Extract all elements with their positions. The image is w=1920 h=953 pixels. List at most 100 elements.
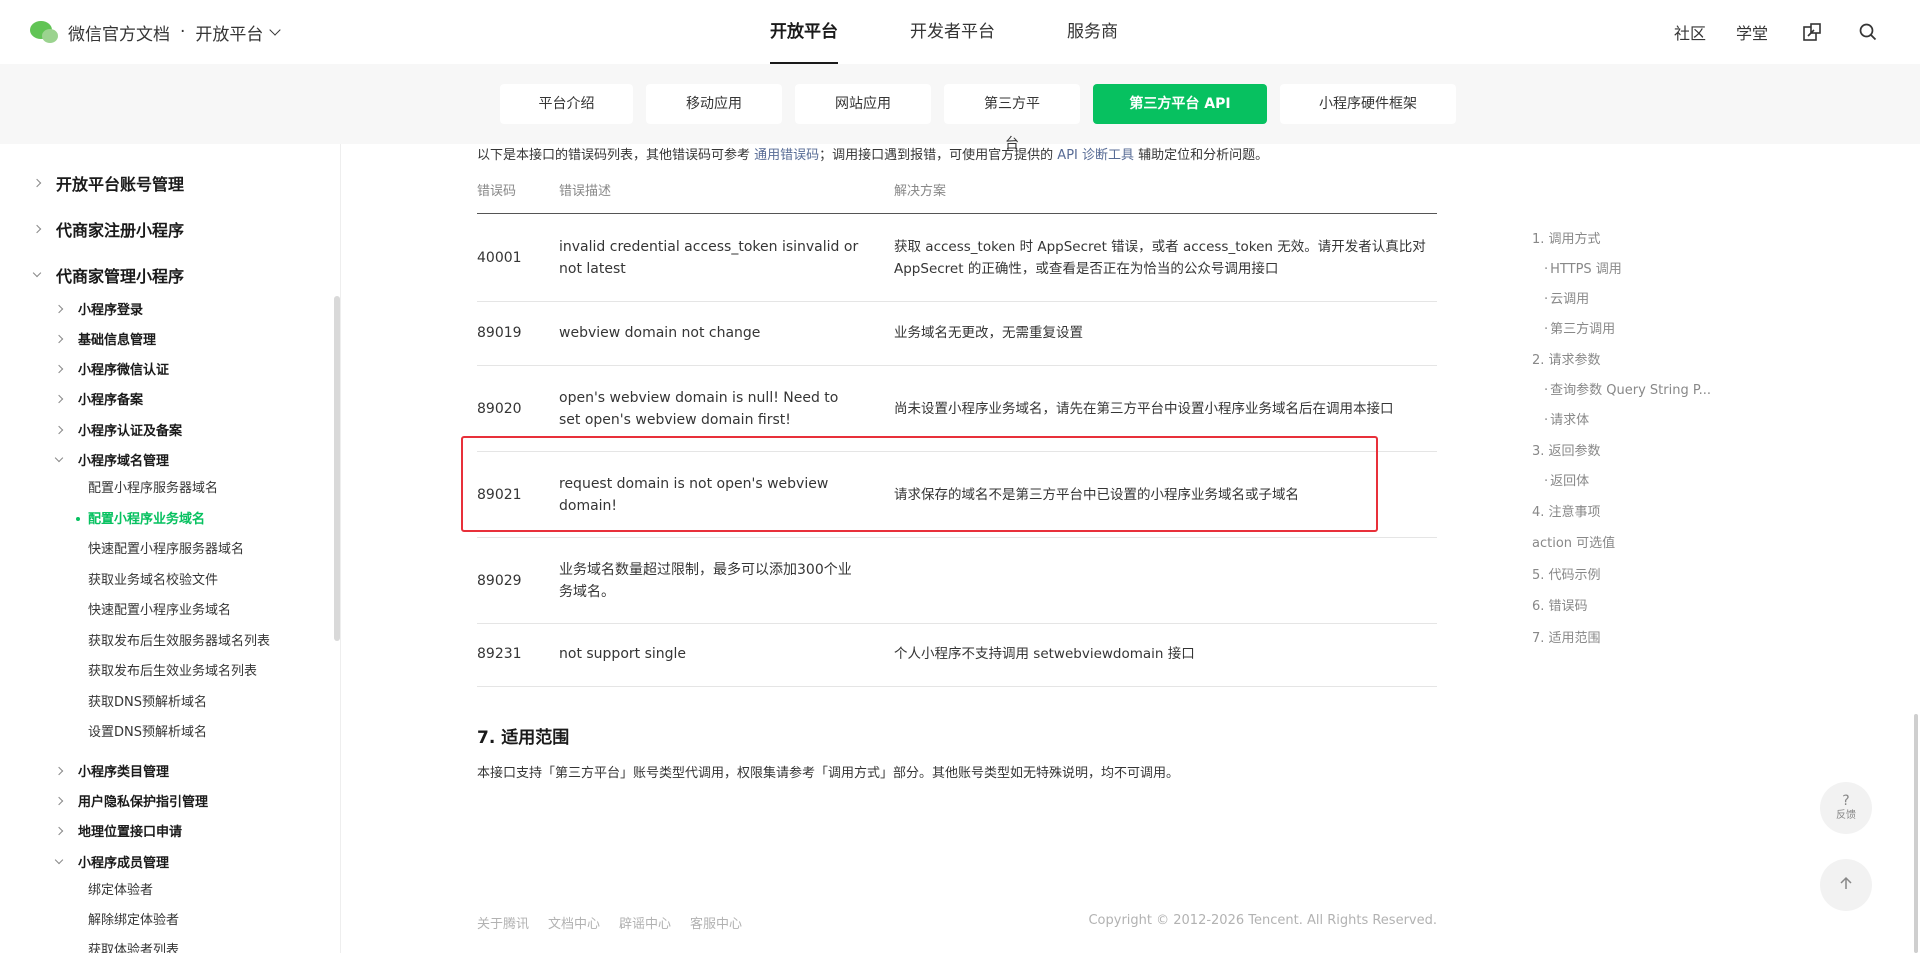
chevron-down-icon (54, 453, 64, 462)
chevron-right-icon (54, 334, 64, 343)
sidebar-item-label: 小程序成员管理 (78, 856, 170, 871)
sidebar-item-account-mgmt[interactable]: 开放平台账号管理 (32, 171, 185, 195)
toc-item[interactable]: 4. 注意事项 (1532, 501, 1601, 520)
api-diagnose-tool-link[interactable]: API 诊断工具 (1057, 148, 1134, 163)
general-error-code-link[interactable]: 通用错误码 (754, 148, 819, 163)
external-link-icon[interactable] (1800, 20, 1824, 44)
pill-platform-intro[interactable]: 平台介绍 (500, 84, 633, 124)
platform-selector[interactable]: 开放平台 (195, 20, 282, 45)
sidebar-item-server-domain[interactable]: 配置小程序服务器域名 (88, 477, 218, 496)
sidebar-item-login[interactable]: 小程序登录 (54, 299, 144, 318)
sidebar-item-unbind-tester[interactable]: 解除绑定体验者 (88, 909, 179, 928)
error-code-intro: 以下是本接口的错误码列表，其他错误码可参考 通用错误码；调用接口遇到报错，可使用… (477, 144, 1268, 163)
sidebar-item-quick-business-domain[interactable]: 快速配置小程序业务域名 (88, 599, 231, 618)
feedback-button[interactable]: ? 反馈 (1820, 782, 1872, 834)
sidebar-item-effective-business-domains[interactable]: 获取发布后生效业务域名列表 (88, 660, 257, 679)
sidebar-item-basic-info[interactable]: 基础信息管理 (54, 329, 157, 348)
toc-item[interactable]: 第三方调用 (1532, 318, 1615, 337)
sidebar-item-get-dns-prefetch[interactable]: 获取DNS预解析域名 (88, 691, 207, 710)
error-code: 89020 (477, 401, 522, 417)
community-link[interactable]: 社区 (1674, 20, 1706, 44)
pill-hardware-framework[interactable]: 小程序硬件框架 (1280, 84, 1456, 124)
table-header-desc: 错误描述 (559, 184, 612, 199)
sidebar-item-label: 基础信息管理 (78, 333, 157, 348)
sidebar-item-quick-server-domain[interactable]: 快速配置小程序服务器域名 (88, 538, 244, 557)
chevron-down-icon (32, 268, 42, 278)
intro-text: 以下是本接口的错误码列表，其他错误码可参考 (477, 148, 755, 163)
toc-item[interactable]: action 可选值 (1532, 532, 1615, 551)
sidebar-item-label: 小程序域名管理 (78, 454, 170, 469)
sidebar-item-location-api[interactable]: 地理位置接口申请 (54, 821, 182, 840)
sidebar-item-set-dns-prefetch[interactable]: 设置DNS预解析域名 (88, 721, 207, 740)
sidebar-item-register-miniprogram[interactable]: 代商家注册小程序 (32, 217, 184, 241)
footer-link-docs[interactable]: 文档中心 (548, 913, 600, 932)
toc-item[interactable]: 1. 调用方式 (1532, 228, 1601, 247)
pill-third-party-platform[interactable]: 第三方平台 (944, 84, 1080, 152)
sidebar-item-business-domain[interactable]: 配置小程序业务域名 (88, 508, 205, 527)
logo-area[interactable]: 微信官方文档 · 开放平台 (30, 18, 282, 46)
nav-service-provider[interactable]: 服务商 (1067, 0, 1118, 64)
footer-link-about[interactable]: 关于腾讯 (477, 913, 529, 932)
footer-link-rumor[interactable]: 辟谣中心 (619, 913, 671, 932)
brand-separator: · (180, 22, 186, 42)
table-row: 40001 invalid credential access_token is… (477, 214, 1437, 302)
toc-item[interactable]: 返回体 (1532, 470, 1589, 489)
top-navigation-bar: 微信官方文档 · 开放平台 开放平台 开发者平台 服务商 社区 学堂 (0, 0, 1920, 64)
sidebar-item-domain-verify-file[interactable]: 获取业务域名校验文件 (88, 569, 218, 588)
pill-website-app[interactable]: 网站应用 (795, 84, 931, 124)
wechat-logo-icon (30, 19, 60, 45)
sidebar-item-category-mgmt[interactable]: 小程序类目管理 (54, 761, 169, 780)
brand-name: 微信官方文档 (68, 24, 170, 45)
intro-text: 辅助定位和分析问题。 (1134, 148, 1269, 163)
error-solution: 业务域名无更改，无需重复设置 (894, 325, 1083, 341)
nav-open-platform[interactable]: 开放平台 (770, 0, 838, 64)
sidebar-item-effective-server-domains[interactable]: 获取发布后生效服务器域名列表 (88, 630, 270, 649)
sidebar-item-label: 小程序备案 (78, 393, 144, 408)
sidebar-item-tester-list[interactable]: 获取体验者列表 (88, 939, 179, 953)
toc-item[interactable]: 云调用 (1532, 288, 1589, 307)
section-text-scope: 本接口支持「第三方平台」账号类型代调用，权限集请参考「调用方式」部分。其他账号类… (477, 766, 1180, 781)
toc-item[interactable]: 5. 代码示例 (1532, 564, 1601, 583)
sidebar-item-manage-miniprogram[interactable]: 代商家管理小程序 (32, 263, 184, 287)
sidebar-item-wechat-cert[interactable]: 小程序微信认证 (54, 359, 170, 378)
header-right: 社区 学堂 (1644, 0, 1880, 64)
table-header-solution: 解决方案 (894, 184, 947, 199)
toc-item[interactable]: 请求体 (1532, 409, 1589, 428)
active-indicator (76, 517, 80, 521)
footer-link-support[interactable]: 客服中心 (690, 913, 742, 932)
search-icon[interactable] (1856, 20, 1880, 44)
pill-mobile-app[interactable]: 移动应用 (646, 84, 782, 124)
error-code: 89231 (477, 646, 522, 662)
sidebar: 开放平台账号管理 代商家注册小程序 代商家管理小程序 小程序登录 基础信息管理 … (0, 144, 340, 953)
page-scrollbar[interactable] (1914, 714, 1918, 953)
nav-developer-platform[interactable]: 开发者平台 (910, 0, 995, 64)
pill-third-party-api[interactable]: 第三方平台 API (1093, 84, 1267, 124)
error-code: 89019 (477, 325, 522, 341)
academy-link[interactable]: 学堂 (1736, 20, 1768, 44)
chevron-right-icon (54, 364, 64, 373)
sidebar-item-label: 小程序登录 (78, 303, 144, 318)
sidebar-item-label: 小程序微信认证 (78, 363, 170, 378)
toc-item[interactable]: HTTPS 调用 (1532, 258, 1622, 277)
sidebar-item-cert-filing[interactable]: 小程序认证及备案 (54, 420, 183, 439)
table-row: 89231 not support single 个人小程序不支持调用 setw… (477, 624, 1437, 687)
sidebar-item-label: 小程序认证及备案 (78, 424, 183, 439)
back-to-top-button[interactable] (1820, 859, 1872, 911)
toc-item[interactable]: 查询参数 Query String P... (1532, 379, 1711, 398)
toc-item[interactable]: 2. 请求参数 (1532, 349, 1601, 368)
sidebar-divider (340, 144, 341, 953)
feedback-label: 反馈 (1836, 810, 1856, 821)
toc-item[interactable]: 7. 适用范围 (1532, 627, 1601, 646)
sidebar-item-label: 用户隐私保护指引管理 (78, 795, 209, 810)
sidebar-item-domain-mgmt[interactable]: 小程序域名管理 (54, 450, 170, 469)
sidebar-item-bind-tester[interactable]: 绑定体验者 (88, 879, 153, 898)
chevron-right-icon (54, 796, 64, 805)
table-row: 89019 webview domain not change 业务域名无更改，… (477, 302, 1437, 366)
toc-item[interactable]: 3. 返回参数 (1532, 440, 1601, 459)
sidebar-item-filing[interactable]: 小程序备案 (54, 389, 144, 408)
sidebar-item-member-mgmt[interactable]: 小程序成员管理 (54, 852, 170, 871)
sidebar-item-privacy-guide[interactable]: 用户隐私保护指引管理 (54, 791, 209, 810)
toc-item[interactable]: 6. 错误码 (1532, 595, 1588, 614)
error-solution: 尚未设置小程序业务域名，请先在第三方平台中设置小程序业务域名后在调用本接口 (894, 401, 1394, 417)
sidebar-item-label: 开放平台账号管理 (56, 175, 185, 194)
